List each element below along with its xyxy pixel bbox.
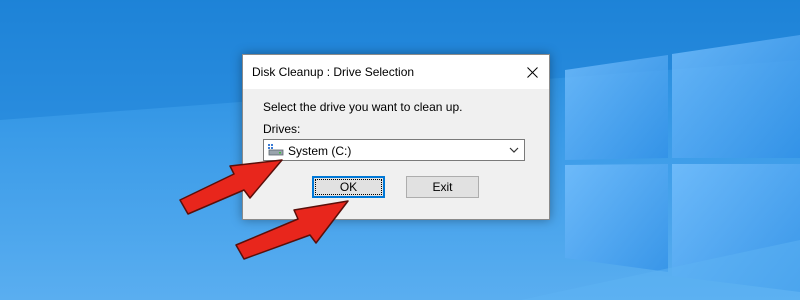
drives-label: Drives: <box>263 122 301 136</box>
chevron-down-icon[interactable] <box>508 144 520 156</box>
drive-select[interactable]: System (C:) <box>263 139 525 161</box>
exit-button[interactable]: Exit <box>406 176 479 198</box>
red-arrow-icon <box>235 200 349 260</box>
selected-drive: System (C:) <box>288 144 352 158</box>
close-button[interactable] <box>515 55 549 89</box>
instruction-text: Select the drive you want to clean up. <box>263 100 463 114</box>
close-icon <box>526 66 538 78</box>
focus-rectangle <box>315 179 382 195</box>
title-bar[interactable]: Disk Cleanup : Drive Selection <box>243 55 549 89</box>
desktop: Disk Cleanup : Drive Selection Select th… <box>0 0 800 300</box>
exit-button-label: Exit <box>432 180 453 194</box>
dialog-title: Disk Cleanup : Drive Selection <box>252 65 415 79</box>
